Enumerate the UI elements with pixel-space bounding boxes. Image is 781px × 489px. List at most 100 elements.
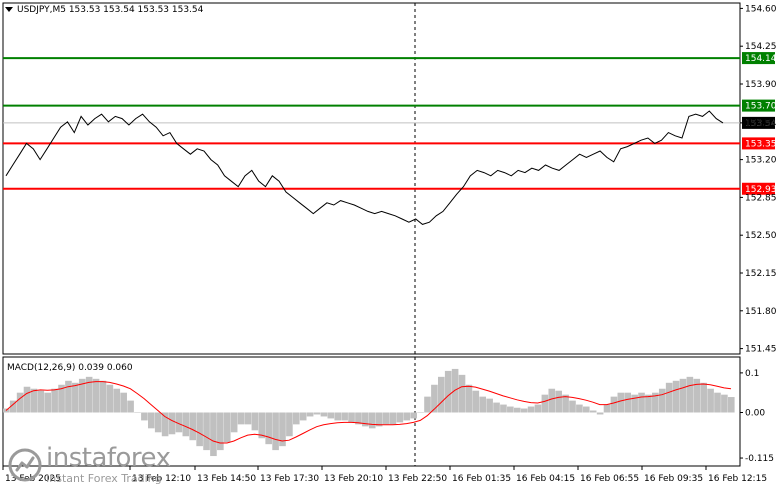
macd-histogram-bar	[265, 412, 272, 445]
macd-histogram-bar	[23, 386, 31, 413]
macd-histogram-bar	[596, 412, 604, 415]
macd-histogram-bar	[244, 412, 252, 425]
price-levels: 154.14153.70153.35152.93153.54	[3, 52, 777, 195]
macd-histogram-bar	[230, 412, 238, 433]
macd-histogram-bar	[686, 376, 694, 413]
instaforex-logo: instaforex Instant Forex Trading	[8, 443, 171, 485]
macd-histogram-bar	[217, 412, 224, 451]
time-tick-label: 16 Feb 12:15	[708, 474, 767, 484]
macd-histogram-bar	[569, 400, 576, 413]
level-tag-label: 153.70	[745, 102, 777, 112]
macd-histogram-bar	[513, 407, 521, 413]
macd-histogram-bar	[99, 380, 107, 413]
macd-histogram-bar	[714, 392, 721, 413]
price-tick-label: 151.45	[745, 345, 777, 355]
macd-histogram-bar	[465, 384, 473, 413]
macd-tick-label: 0.00	[745, 408, 765, 418]
macd-histogram-bar	[534, 404, 542, 413]
macd-histogram-bar	[341, 412, 348, 421]
macd-histogram-bar	[127, 400, 134, 413]
logo-name: instaforex	[46, 443, 171, 473]
macd-histogram-bar	[237, 412, 245, 425]
macd-histogram-bar	[37, 390, 45, 413]
level-tag-label: 154.14	[745, 54, 777, 64]
price-tick-label: 153.54	[745, 119, 777, 129]
price-tick-label: 151.80	[745, 307, 777, 317]
macd-histogram-bar	[576, 404, 583, 413]
macd-histogram-bar	[679, 378, 687, 413]
macd-histogram-bar	[182, 412, 190, 437]
macd-histogram-bar	[672, 380, 680, 413]
time-tick-label: 16 Feb 06:55	[580, 474, 639, 484]
macd-histogram-bar	[438, 376, 445, 413]
macd-histogram-bar	[141, 412, 148, 421]
macd-histogram-bar	[299, 412, 307, 421]
macd-histogram-bar	[700, 382, 707, 413]
macd-histogram-bar	[203, 412, 210, 451]
price-series-line	[5, 110, 724, 225]
macd-histogram-bar	[51, 388, 58, 413]
macd-histogram-bar	[479, 396, 487, 413]
macd-histogram-bar	[444, 370, 452, 413]
macd-label: MACD(12,26,9) 0.039 0.060	[7, 363, 133, 373]
macd-histogram-bar	[728, 397, 735, 413]
time-tick-label: 13 Feb 17:30	[260, 474, 319, 484]
macd-histogram-bar	[30, 388, 38, 413]
macd-histogram-bar	[721, 394, 728, 413]
macd-histogram-bar	[320, 412, 328, 417]
macd-histogram-bar	[189, 412, 197, 441]
macd-histogram-bar	[403, 412, 411, 421]
macd-histogram-bar	[665, 382, 673, 413]
macd-histogram-bar	[410, 412, 417, 419]
macd-histogram-bar	[313, 412, 321, 415]
macd-histogram-bar	[382, 412, 390, 425]
price-line	[5, 110, 724, 225]
macd-histogram-bar	[617, 392, 625, 413]
macd-histogram-bar	[72, 382, 79, 413]
macd-histogram-bar	[417, 412, 424, 413]
trading-chart[interactable]: 154.14153.70153.35152.93153.54 154.60154…	[0, 0, 781, 489]
macd-histogram-bar	[154, 412, 162, 433]
price-panel-frame	[2, 2, 741, 355]
macd-histogram-bar	[113, 388, 121, 413]
macd-histogram-bar	[134, 412, 141, 413]
macd-tick-label: 0.1	[745, 369, 759, 379]
time-tick-label: 16 Feb 09:35	[644, 474, 703, 484]
macd-histogram-bar	[541, 394, 549, 413]
macd-histogram-bar	[334, 412, 342, 421]
time-tick-label: 13 Feb 20:10	[324, 474, 383, 484]
macd-axis: 0.1 0.00 -0.115	[740, 369, 774, 464]
macd-histogram-bar	[327, 412, 335, 419]
macd-histogram-bar	[500, 404, 507, 413]
macd-histogram-bar	[148, 412, 155, 429]
macd-histogram-bar	[120, 392, 127, 413]
macd-histogram-bar	[555, 390, 562, 413]
macd-histogram-bar	[583, 406, 590, 413]
macd-histogram-bar	[65, 380, 72, 413]
price-tick-label: 153.90	[745, 80, 777, 90]
macd-histogram-bar	[389, 412, 397, 425]
macd-tick-label: -0.115	[745, 454, 774, 464]
price-tick-label: 153.20	[745, 156, 777, 166]
macd-histogram-bar	[610, 396, 618, 413]
macd-histogram-bar	[451, 368, 459, 413]
macd-histogram-bar	[106, 384, 114, 413]
macd-histogram-bar	[396, 412, 404, 423]
macd-histogram-bar	[548, 388, 556, 413]
time-tick-label: 16 Feb 04:15	[516, 474, 575, 484]
macd-histogram-bar	[472, 390, 480, 413]
macd-histogram-bar	[520, 408, 528, 413]
macd-histogram-bar	[486, 398, 493, 413]
macd-histogram-bar	[223, 412, 231, 443]
macd-histogram-bar	[16, 392, 24, 413]
price-tick-label: 152.50	[745, 231, 777, 241]
macd-histogram-bar	[293, 412, 300, 425]
level-tag-label: 153.35	[745, 139, 777, 149]
chart-menu-icon[interactable]	[5, 7, 13, 12]
macd-histogram-bar	[603, 404, 611, 413]
time-tick-label: 13 Feb 22:50	[388, 474, 447, 484]
time-tick-label: 13 Feb 14:50	[197, 474, 256, 484]
logo-tagline: Instant Forex Trading	[46, 472, 162, 485]
price-tick-label: 154.25	[745, 42, 777, 52]
macd-histogram-bar	[589, 410, 597, 413]
